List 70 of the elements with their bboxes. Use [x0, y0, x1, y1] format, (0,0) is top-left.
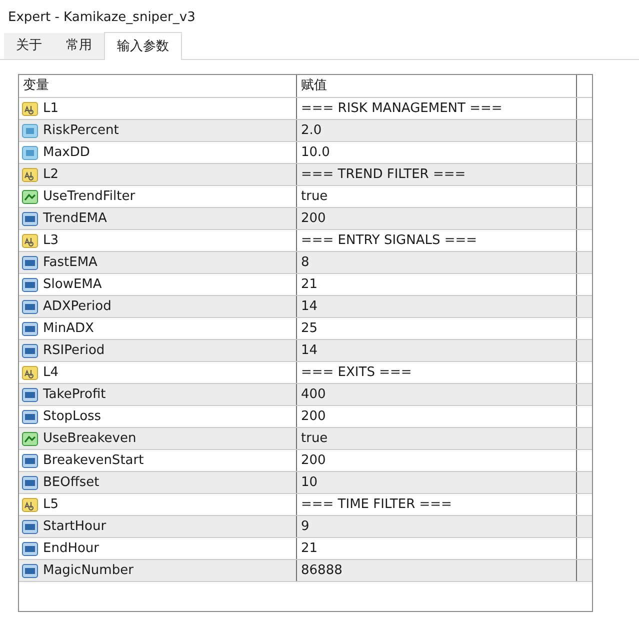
- integer-type-icon: [22, 518, 38, 534]
- integer-type-icon: [22, 540, 38, 556]
- parameter-value[interactable]: true: [301, 428, 328, 448]
- parameter-name: UseBreakeven: [43, 430, 136, 448]
- parameter-name: RiskPercent: [43, 122, 119, 140]
- parameter-value[interactable]: 2.0: [301, 120, 322, 140]
- parameter-name: TakeProfit: [43, 386, 106, 404]
- parameter-value[interactable]: 21: [301, 274, 318, 294]
- integer-type-icon: [22, 320, 38, 336]
- parameter-name: UseTrendFilter: [43, 188, 136, 206]
- parameter-value[interactable]: === TREND FILTER ===: [301, 164, 466, 184]
- integer-type-icon: [22, 276, 38, 292]
- integer-type-icon: [22, 254, 38, 270]
- parameter-value[interactable]: 9: [301, 516, 310, 536]
- integer-type-icon: [22, 386, 38, 402]
- parameter-value[interactable]: 86888: [301, 560, 342, 580]
- parameter-name: StartHour: [43, 518, 106, 536]
- decimal-type-icon: [22, 122, 38, 138]
- integer-type-icon: [22, 342, 38, 358]
- window-title: Expert - Kamikaze_sniper_v3: [7, 9, 196, 27]
- parameter-value[interactable]: === ENTRY SIGNALS ===: [301, 230, 478, 250]
- parameter-name: SlowEMA: [43, 276, 102, 294]
- integer-type-icon: [22, 452, 38, 468]
- parameter-value[interactable]: === TIME FILTER ===: [301, 494, 452, 514]
- tab[interactable]: 关于: [4, 33, 54, 59]
- integer-type-icon: [22, 210, 38, 226]
- parameter-name: BreakevenStart: [43, 452, 144, 470]
- parameter-name: RSIPeriod: [43, 342, 105, 360]
- parameter-name: MagicNumber: [43, 562, 134, 580]
- parameter-value[interactable]: === EXITS ===: [301, 362, 412, 382]
- integer-type-icon: [22, 298, 38, 314]
- integer-type-icon: [22, 562, 38, 578]
- toggle-type-icon: [22, 188, 38, 204]
- text-type-icon: [22, 364, 38, 380]
- parameter-name: MinADX: [43, 320, 94, 338]
- text-type-icon: [22, 100, 38, 116]
- text-type-icon: [22, 496, 38, 512]
- parameter-value[interactable]: 400: [301, 384, 326, 404]
- parameter-name: EndHour: [43, 540, 100, 558]
- parameter-name: FastEMA: [43, 254, 98, 272]
- text-type-icon: [22, 232, 38, 248]
- parameter-value[interactable]: 25: [301, 318, 318, 338]
- parameter-name: MaxDD: [43, 144, 90, 162]
- parameter-name: StopLoss: [43, 408, 102, 426]
- parameter-value[interactable]: 200: [301, 406, 326, 426]
- parameter-value[interactable]: 200: [301, 450, 326, 470]
- parameter-value[interactable]: 14: [301, 296, 318, 316]
- tab[interactable]: 输入参数: [104, 32, 182, 60]
- parameter-name: TrendEMA: [43, 210, 107, 228]
- parameter-value[interactable]: 14: [301, 340, 318, 360]
- parameter-name: L2: [43, 166, 59, 184]
- parameter-value[interactable]: 10: [301, 472, 318, 492]
- parameter-name: ADXPeriod: [43, 298, 112, 316]
- text-type-icon: [22, 166, 38, 182]
- parameter-value[interactable]: 21: [301, 538, 318, 558]
- parameter-name: L4: [43, 364, 59, 382]
- parameter-name: BEOffset: [43, 474, 100, 492]
- parameter-value[interactable]: 8: [301, 252, 310, 272]
- parameter-value[interactable]: 10.0: [301, 142, 330, 162]
- parameter-value[interactable]: true: [301, 186, 328, 206]
- integer-type-icon: [22, 408, 38, 424]
- parameter-value[interactable]: === RISK MANAGEMENT ===: [301, 98, 502, 118]
- tab[interactable]: 常用: [54, 33, 104, 59]
- parameter-name: L5: [43, 496, 59, 514]
- toggle-type-icon: [22, 430, 38, 446]
- parameter-value[interactable]: 200: [301, 208, 326, 228]
- integer-type-icon: [22, 474, 38, 490]
- decimal-type-icon: [22, 144, 38, 160]
- parameter-name: L3: [43, 232, 59, 250]
- parameter-name: L1: [43, 100, 59, 118]
